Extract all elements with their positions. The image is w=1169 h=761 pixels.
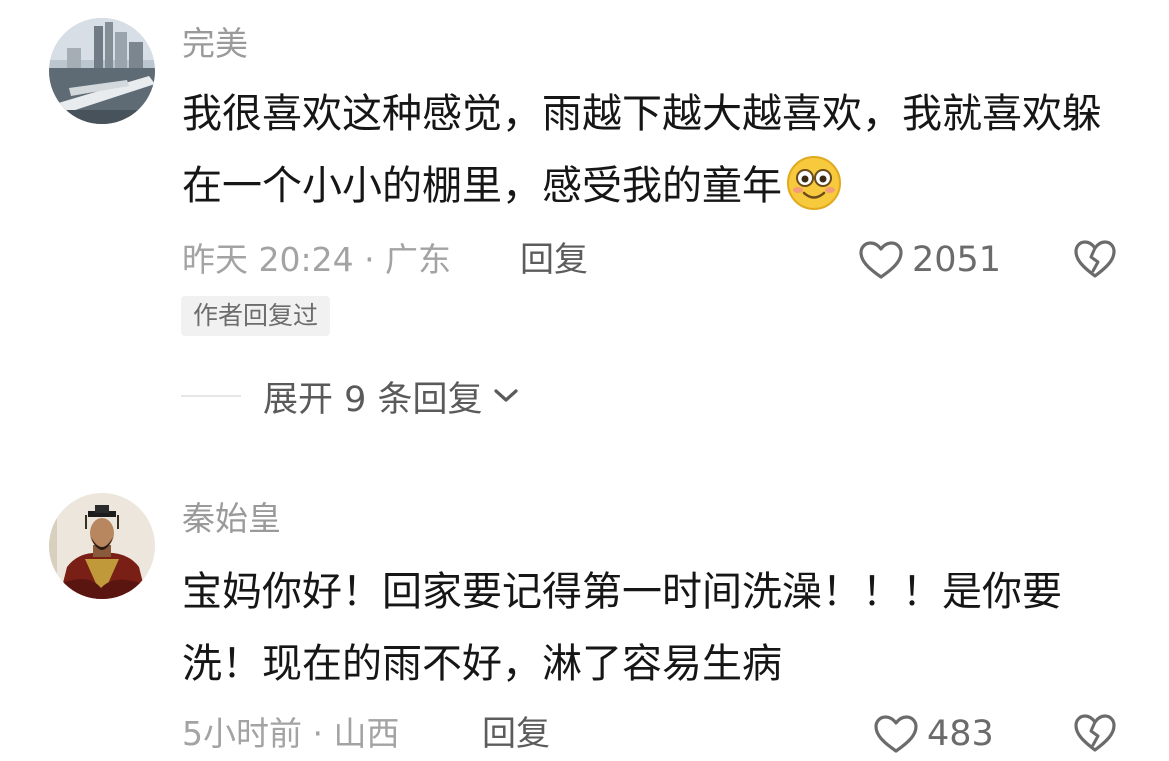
divider bbox=[181, 395, 241, 397]
heart-outline-icon bbox=[874, 715, 918, 753]
chevron-down-icon bbox=[493, 389, 518, 402]
user-avatar[interactable] bbox=[49, 493, 155, 599]
dislike-button[interactable] bbox=[1073, 712, 1117, 754]
username[interactable]: 秦始皇 bbox=[182, 499, 281, 539]
expand-replies-label: 展开 9 条回复 bbox=[263, 379, 483, 420]
author-replied-badge: 作者回复过 bbox=[181, 296, 331, 336]
reply-button[interactable]: 回复 bbox=[520, 240, 588, 280]
reply-button[interactable]: 回复 bbox=[482, 714, 550, 754]
user-avatar[interactable] bbox=[49, 18, 155, 124]
broken-heart-icon bbox=[1074, 240, 1116, 278]
like-button[interactable]: 2051 bbox=[858, 238, 1001, 282]
dislike-button[interactable] bbox=[1073, 238, 1117, 280]
heart-outline-icon bbox=[859, 241, 903, 279]
comment-text: 我很喜欢这种感觉，雨越下越大越喜欢，我就喜欢躲在一个小小的棚里，感受我的童年 bbox=[182, 78, 1122, 222]
emperor-portrait-avatar bbox=[49, 493, 155, 599]
smiling-face-emoji-icon bbox=[786, 155, 842, 211]
comment-meta: 5小时前 · 山西 bbox=[182, 714, 400, 753]
like-count: 483 bbox=[927, 714, 994, 754]
expand-replies-button[interactable]: 展开 9 条回复 bbox=[263, 374, 519, 420]
city-building-avatar bbox=[49, 18, 155, 124]
username[interactable]: 完美 bbox=[182, 24, 248, 64]
like-count: 2051 bbox=[912, 240, 1002, 280]
comment-text: 宝妈你好！回家要记得第一时间洗澡！！！是你要洗！现在的雨不好，淋了容易生病 bbox=[182, 569, 1062, 687]
comment-item: 秦始皇 宝妈你好！回家要记得第一时间洗澡！！！是你要洗！现在的雨不好，淋了容易生… bbox=[0, 440, 1169, 761]
broken-heart-icon bbox=[1074, 714, 1116, 752]
comment-text-body: 我很喜欢这种感觉，雨越下越大越喜欢，我就喜欢躲在一个小小的棚里，感受我的童年 bbox=[182, 91, 1102, 209]
comment-item: 完美 我很喜欢这种感觉，雨越下越大越喜欢，我就喜欢躲在一个小小的棚里，感受我的童… bbox=[0, 0, 1169, 440]
like-button[interactable]: 483 bbox=[873, 712, 994, 756]
comment-meta: 昨天 20:24 · 广东 bbox=[182, 240, 452, 279]
